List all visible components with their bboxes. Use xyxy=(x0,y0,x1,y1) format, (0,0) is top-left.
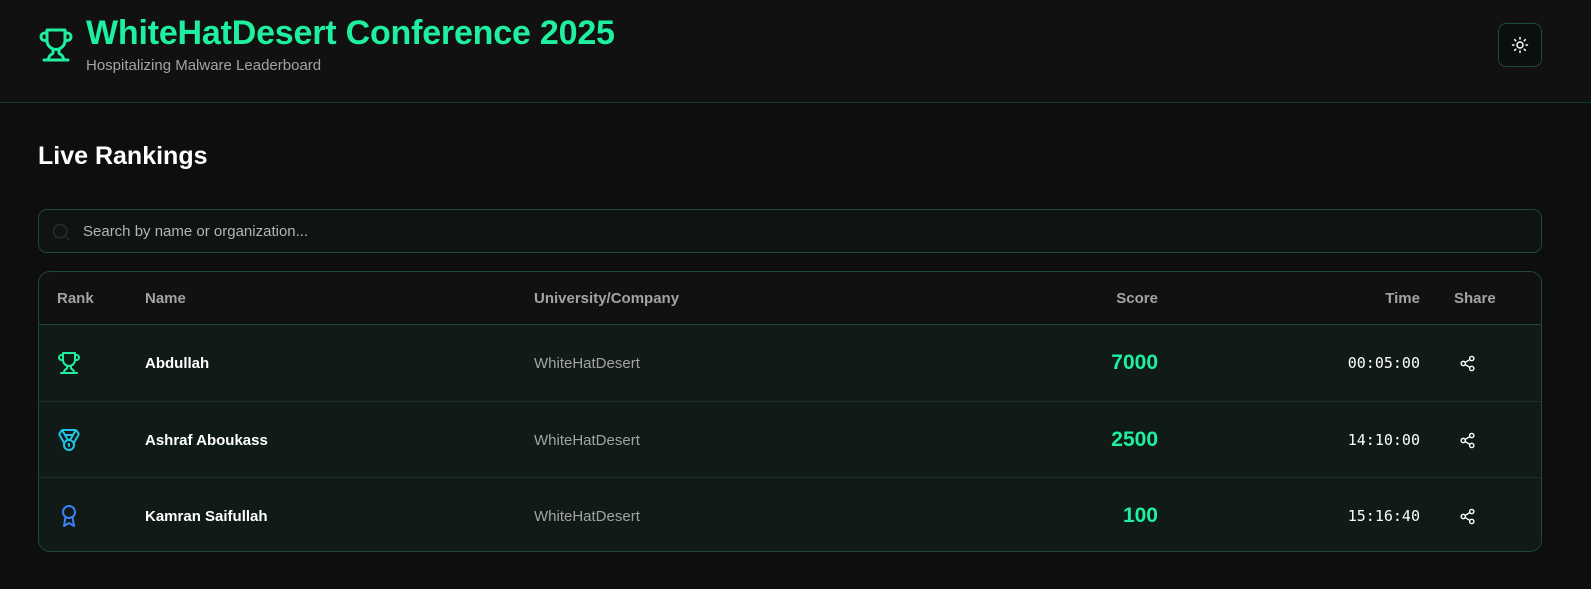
participant-org: WhiteHatDesert xyxy=(534,354,640,372)
column-header-time: Time xyxy=(1385,290,1420,307)
participant-score: 2500 xyxy=(1111,428,1158,451)
participant-org: WhiteHatDesert xyxy=(534,431,640,449)
participant-org: WhiteHatDesert xyxy=(534,507,640,525)
app-subtitle: Hospitalizing Malware Leaderboard xyxy=(86,57,322,74)
column-header-share: Share xyxy=(1454,290,1496,307)
participant-name: Kamran Saifullah xyxy=(145,507,268,525)
search-box xyxy=(38,209,1542,253)
share-icon xyxy=(1459,508,1475,524)
column-header-name: Name xyxy=(145,290,186,307)
app-header: WhiteHatDesert Conference 2025 Hospitali… xyxy=(0,0,1591,103)
section-title: Live Rankings xyxy=(38,142,208,170)
search-icon xyxy=(52,223,70,241)
participant-score: 7000 xyxy=(1111,351,1158,374)
table-row: Abdullah WhiteHatDesert 7000 00:05:00 xyxy=(39,325,1541,401)
table-row: Kamran Saifullah WhiteHatDesert 100 15:1… xyxy=(39,477,1541,551)
column-header-score: Score xyxy=(1116,290,1158,307)
trophy-icon xyxy=(58,352,80,374)
leaderboard-table: Rank Name University/Company Score Time … xyxy=(38,271,1542,552)
participant-score: 100 xyxy=(1122,504,1158,527)
table-row: Ashraf Aboukass WhiteHatDesert 2500 14:1… xyxy=(39,401,1541,477)
participant-time: 00:05:00 xyxy=(1347,354,1420,372)
participant-name: Ashraf Aboukass xyxy=(145,431,268,449)
medal-icon xyxy=(58,429,80,451)
search-input[interactable] xyxy=(83,210,1523,252)
participant-time: 15:16:40 xyxy=(1347,507,1420,525)
table-header: Rank Name University/Company Score Time … xyxy=(39,272,1541,325)
app-title: WhiteHatDesert Conference 2025 xyxy=(86,14,615,52)
share-button[interactable] xyxy=(1453,426,1481,454)
theme-toggle-button[interactable] xyxy=(1498,23,1542,67)
share-icon xyxy=(1459,355,1475,371)
column-header-org: University/Company xyxy=(534,290,680,307)
sun-icon xyxy=(1511,36,1529,54)
column-header-rank: Rank xyxy=(57,290,94,307)
award-icon xyxy=(62,505,76,527)
participant-time: 14:10:00 xyxy=(1347,431,1420,449)
share-button[interactable] xyxy=(1453,349,1481,377)
share-button[interactable] xyxy=(1453,502,1481,530)
participant-name: Abdullah xyxy=(145,354,210,372)
trophy-icon xyxy=(39,28,73,62)
share-icon xyxy=(1459,432,1475,448)
